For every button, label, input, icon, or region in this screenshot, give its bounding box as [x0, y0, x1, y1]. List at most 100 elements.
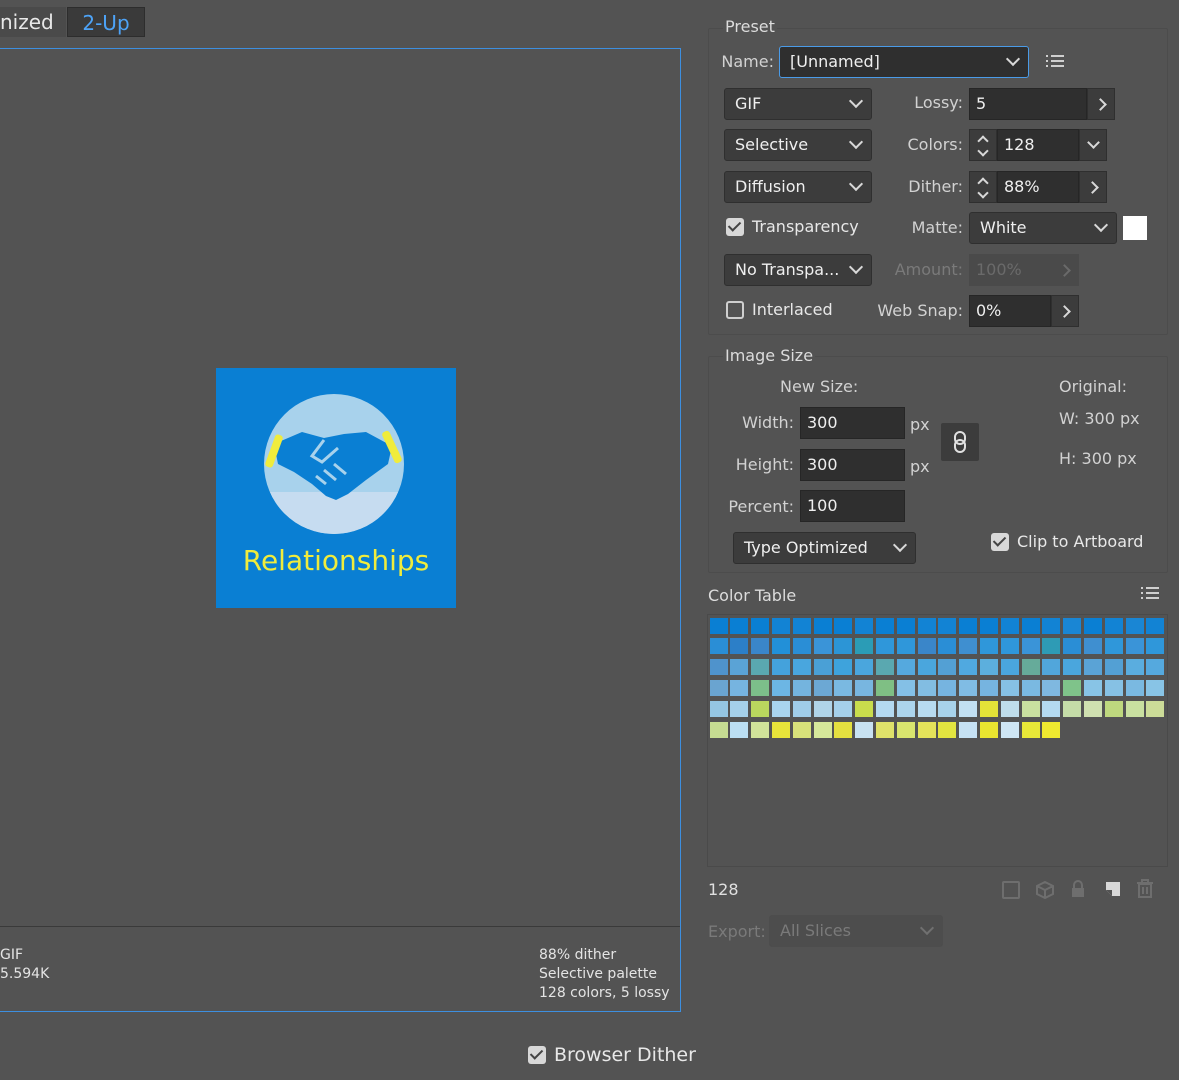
web-snap-field[interactable]: 0%	[969, 295, 1051, 327]
color-swatch[interactable]	[814, 701, 832, 717]
clip-to-artboard-checkbox[interactable]	[991, 533, 1009, 551]
color-swatch[interactable]	[834, 659, 852, 675]
color-swatch[interactable]	[897, 722, 915, 738]
color-swatch[interactable]	[876, 659, 894, 675]
color-swatch[interactable]	[730, 618, 748, 634]
color-swatch[interactable]	[980, 680, 998, 696]
color-table-menu-icon[interactable]	[1141, 587, 1159, 601]
reduction-dropdown[interactable]: Selective	[724, 129, 872, 161]
color-swatch[interactable]	[855, 722, 873, 738]
color-swatch[interactable]	[980, 722, 998, 738]
color-swatch[interactable]	[959, 659, 977, 675]
color-swatch[interactable]	[1063, 638, 1081, 654]
color-swatch[interactable]	[1042, 701, 1060, 717]
color-swatch[interactable]	[938, 680, 956, 696]
color-swatch[interactable]	[1022, 701, 1040, 717]
color-swatch[interactable]	[1001, 618, 1019, 634]
color-swatch[interactable]	[1001, 722, 1019, 738]
color-swatch[interactable]	[1001, 638, 1019, 654]
color-swatch[interactable]	[1042, 638, 1060, 654]
tab-2-up[interactable]: 2-Up	[67, 7, 145, 37]
color-swatch[interactable]	[959, 638, 977, 654]
color-swatch[interactable]	[876, 722, 894, 738]
color-swatch[interactable]	[751, 618, 769, 634]
color-swatch[interactable]	[1084, 659, 1102, 675]
color-swatch[interactable]	[1105, 680, 1123, 696]
height-field[interactable]: 300	[800, 449, 905, 481]
color-swatch[interactable]	[710, 638, 728, 654]
color-swatch[interactable]	[980, 618, 998, 634]
color-swatch[interactable]	[1146, 701, 1164, 717]
color-swatch[interactable]	[1022, 638, 1040, 654]
color-swatch[interactable]	[1084, 701, 1102, 717]
color-swatch[interactable]	[897, 618, 915, 634]
web-snap-slider-button[interactable]	[1051, 295, 1079, 327]
dither-algorithm-dropdown[interactable]: Diffusion	[724, 171, 872, 203]
color-swatch[interactable]	[751, 659, 769, 675]
color-swatch[interactable]	[772, 638, 790, 654]
colors-spinner[interactable]	[969, 129, 997, 161]
color-swatch[interactable]	[814, 638, 832, 654]
color-swatch[interactable]	[834, 638, 852, 654]
color-swatch[interactable]	[938, 701, 956, 717]
color-swatch[interactable]	[938, 659, 956, 675]
percent-field[interactable]: 100	[800, 490, 905, 522]
format-dropdown[interactable]: GIF	[724, 88, 872, 120]
amount-field[interactable]: 100%	[969, 254, 1051, 286]
color-swatch[interactable]	[855, 659, 873, 675]
color-swatch[interactable]	[876, 638, 894, 654]
color-swatch[interactable]	[751, 722, 769, 738]
color-swatch[interactable]	[1063, 680, 1081, 696]
color-swatch[interactable]	[918, 722, 936, 738]
color-swatch[interactable]	[730, 659, 748, 675]
color-swatch[interactable]	[772, 722, 790, 738]
color-swatch[interactable]	[1126, 638, 1144, 654]
color-swatch[interactable]	[1126, 680, 1144, 696]
color-swatch[interactable]	[1001, 659, 1019, 675]
color-swatch[interactable]	[959, 618, 977, 634]
colors-dropdown-button[interactable]	[1079, 129, 1107, 161]
color-swatch[interactable]	[1084, 680, 1102, 696]
browser-dither-checkbox[interactable]	[528, 1046, 546, 1064]
tab-optimized[interactable]: nized	[0, 7, 66, 37]
color-swatch[interactable]	[897, 638, 915, 654]
color-swatch[interactable]	[938, 722, 956, 738]
color-swatch[interactable]	[710, 618, 728, 634]
color-swatch[interactable]	[918, 618, 936, 634]
color-swatch[interactable]	[897, 680, 915, 696]
color-swatch[interactable]	[918, 638, 936, 654]
transparency-map-icon[interactable]	[1002, 881, 1020, 899]
color-swatch[interactable]	[834, 618, 852, 634]
export-dropdown[interactable]: All Slices	[769, 915, 943, 947]
link-icon[interactable]	[941, 423, 979, 461]
transparency-dither-dropdown[interactable]: No Transpa...	[724, 254, 872, 286]
color-swatch[interactable]	[959, 701, 977, 717]
color-swatch[interactable]	[772, 680, 790, 696]
dither-spinner[interactable]	[969, 171, 997, 203]
color-swatch[interactable]	[710, 659, 728, 675]
color-swatch[interactable]	[1042, 680, 1060, 696]
color-swatch[interactable]	[793, 701, 811, 717]
color-swatch[interactable]	[980, 659, 998, 675]
color-swatch[interactable]	[1063, 618, 1081, 634]
interlaced-checkbox[interactable]	[726, 301, 744, 319]
color-swatch[interactable]	[793, 618, 811, 634]
color-swatch[interactable]	[1022, 722, 1040, 738]
color-swatch[interactable]	[1022, 618, 1040, 634]
color-swatch[interactable]	[1105, 659, 1123, 675]
color-swatch[interactable]	[1146, 638, 1164, 654]
matte-dropdown[interactable]: White	[969, 212, 1117, 244]
lossy-slider-button[interactable]	[1087, 88, 1115, 120]
color-swatch[interactable]	[1042, 659, 1060, 675]
width-field[interactable]: 300	[800, 407, 905, 439]
color-swatch[interactable]	[793, 638, 811, 654]
color-swatch[interactable]	[855, 701, 873, 717]
color-swatch[interactable]	[834, 680, 852, 696]
dither-field[interactable]: 88%	[997, 171, 1079, 203]
color-swatch[interactable]	[1042, 722, 1060, 738]
color-swatch[interactable]	[814, 680, 832, 696]
color-swatch[interactable]	[1084, 618, 1102, 634]
color-swatch[interactable]	[834, 701, 852, 717]
color-swatch[interactable]	[1063, 659, 1081, 675]
color-swatch[interactable]	[1146, 659, 1164, 675]
